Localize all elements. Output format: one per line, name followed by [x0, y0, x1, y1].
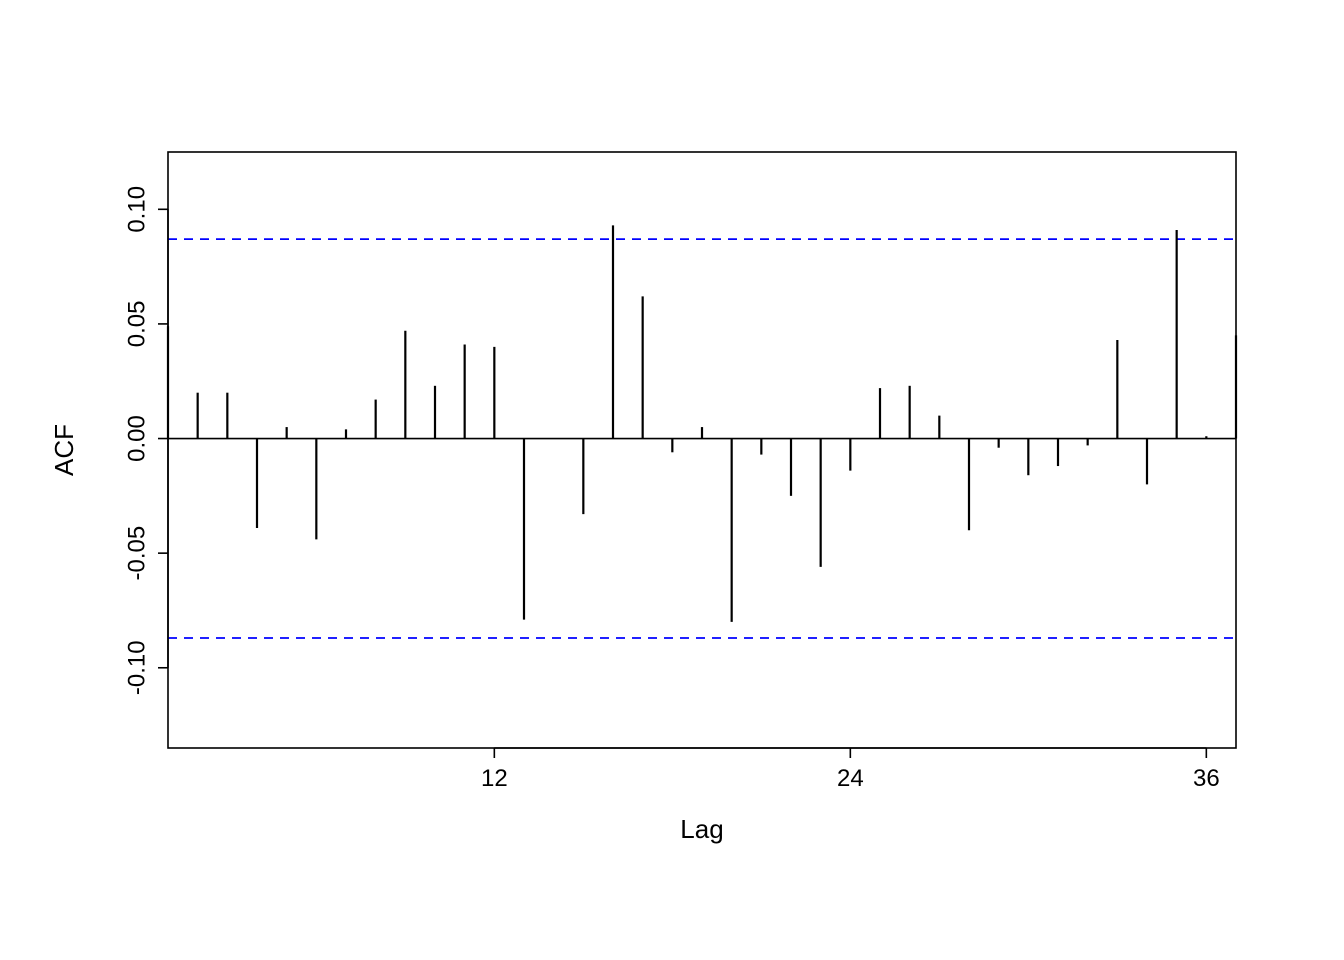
- plot-box: [168, 152, 1236, 748]
- x-axis-label: Lag: [680, 814, 723, 844]
- x-tick-label: 12: [481, 765, 508, 792]
- y-tick-label: -0.10: [123, 640, 150, 695]
- acf-chart: 12 24 36 -0.10 -0.05 0.00 0.05 0.10 Lag ACF: [0, 0, 1344, 960]
- y-tick-label: 0.10: [123, 186, 150, 233]
- y-tick-label: 0.05: [123, 301, 150, 348]
- x-tick-label: 36: [1193, 765, 1220, 792]
- y-axis-label: ACF: [49, 424, 79, 476]
- acf-svg: 12 24 36 -0.10 -0.05 0.00 0.05 0.10 Lag ACF: [0, 0, 1344, 960]
- x-tick-label: 24: [837, 765, 864, 792]
- y-tick-label: 0.00: [123, 415, 150, 462]
- y-tick-label: -0.05: [123, 526, 150, 581]
